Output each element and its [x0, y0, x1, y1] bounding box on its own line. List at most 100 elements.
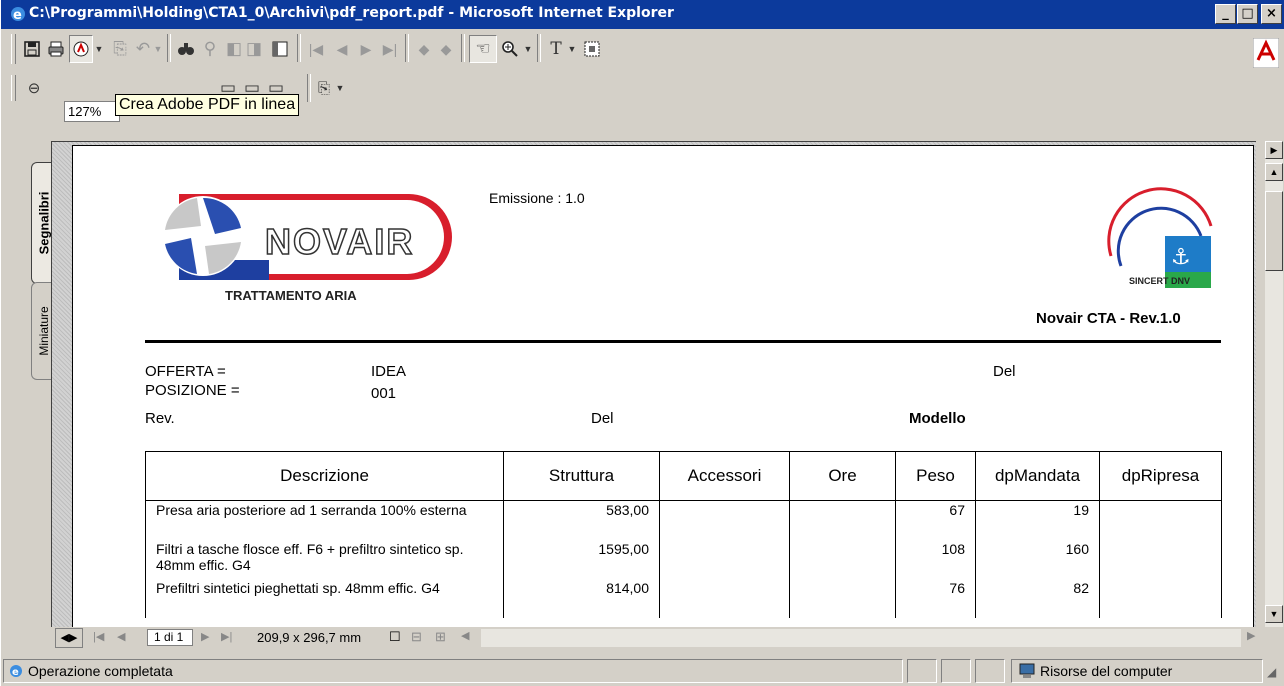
scroll-up-arrow-icon[interactable]: ▲: [1265, 163, 1283, 181]
acrobat-toolbar: ▼ ⎘ ↶ ▼ ⚲ ◧ ◨ |◀ ◀ ▶ ▶| ◆ ◆ ☜ ▼ T ▼: [11, 30, 1283, 70]
undo-icon: ↶: [135, 39, 151, 58]
first-page-icon[interactable]: |◀: [305, 36, 327, 62]
zoom-dropdown-icon[interactable]: ▼: [523, 36, 533, 62]
status-bar: e Operazione completata Risorse del comp…: [1, 655, 1284, 686]
table-header-row: Descrizione Struttura Accessori Ore Peso…: [145, 451, 1222, 501]
zoom-out-icon[interactable]: ⊖: [23, 75, 45, 101]
create-pdf-dropdown-icon[interactable]: ▼: [94, 36, 104, 62]
window-title: C:\Programmi\Holding\CTA1_0\Archivi\pdf_…: [29, 5, 674, 21]
document-viewport[interactable]: NOVAIR TRATTAMENTO ARIA Emissione : 1.0 …: [51, 141, 1256, 628]
cell-description: Presa aria posteriore ad 1 serranda 100%…: [145, 500, 504, 540]
horizontal-scrollbar[interactable]: [481, 629, 1241, 647]
revision-label: Rev.: [145, 410, 175, 427]
ie-logo-icon: e: [11, 7, 25, 23]
cell-description: Filtri a tasche flosce eff. F6 + prefilt…: [145, 540, 504, 579]
hand-tool-icon[interactable]: ☜: [469, 35, 497, 63]
zone-panel: Risorse del computer: [1011, 659, 1263, 683]
first-page-small-icon[interactable]: |◀: [93, 630, 104, 643]
show-hide-panel-icon[interactable]: [269, 36, 291, 62]
cell-dp-return: [1099, 540, 1222, 579]
previous-page-small-icon[interactable]: ◀: [117, 630, 125, 643]
model-label: Modello: [909, 410, 966, 427]
scroll-left-arrow-icon[interactable]: ◀: [461, 629, 469, 642]
last-page-small-icon[interactable]: ▶|: [221, 630, 232, 643]
tab-bookmarks-label: Segnalibri: [36, 191, 51, 255]
toolbar-grip[interactable]: [11, 34, 16, 64]
snapshot-icon[interactable]: [581, 36, 603, 62]
print-icon[interactable]: [45, 36, 67, 62]
offer-label: OFFERTA =: [145, 363, 226, 380]
continuous-icon[interactable]: ⊟: [411, 629, 422, 645]
zoom-tool-icon[interactable]: [499, 36, 521, 62]
table-row: Filtri a tasche flosce eff. F6 + prefilt…: [145, 540, 1222, 579]
vertical-scrollbar[interactable]: ▶ ▲ ▼: [1265, 141, 1283, 627]
facing-icon[interactable]: ⊞: [435, 629, 446, 645]
cell-structure: 583,00: [503, 500, 660, 540]
last-page-icon[interactable]: ▶|: [379, 36, 401, 62]
zoom-input[interactable]: 127%: [64, 101, 120, 122]
column-header: dpMandata: [975, 451, 1100, 501]
cell-dp-supply: 160: [975, 540, 1100, 579]
maximize-button[interactable]: □: [1237, 4, 1258, 24]
next-page-icon[interactable]: ▶: [355, 36, 377, 62]
column-header: Accessori: [659, 451, 790, 501]
column-header: dpRipresa: [1099, 451, 1222, 501]
separator: [405, 34, 409, 62]
pdf-page: NOVAIR TRATTAMENTO ARIA Emissione : 1.0 …: [72, 145, 1254, 628]
single-page-icon[interactable]: ☐: [389, 629, 401, 645]
separator: [461, 34, 465, 62]
column-header: Ore: [789, 451, 896, 501]
column-header: Struttura: [503, 451, 660, 501]
logo-brand-text: NOVAIR: [265, 221, 414, 262]
page-navigation-bar: ◀▶ |◀ ◀ 1 di 1 ▶ ▶| 209,9 x 296,7 mm ☐ ⊟…: [51, 627, 1265, 649]
text-select-icon[interactable]: T: [545, 36, 567, 62]
page-size-label: 209,9 x 296,7 mm: [257, 630, 362, 645]
next-page-small-icon[interactable]: ▶: [201, 630, 209, 643]
issue-label: Emissione : 1.0: [489, 190, 585, 206]
cell-accessories: [659, 579, 790, 618]
resize-grip-icon[interactable]: ◢: [1267, 665, 1276, 679]
search-icon[interactable]: ⚲: [199, 36, 221, 62]
title-bar: e C:\Programmi\Holding\CTA1_0\Archivi\pd…: [1, 0, 1284, 29]
tooltip: Crea Adobe PDF in linea: [115, 94, 300, 116]
previous-view-icon[interactable]: ◧: [223, 36, 245, 62]
page-number-field[interactable]: 1 di 1: [147, 629, 193, 646]
previous-page-icon[interactable]: ◀: [331, 36, 353, 62]
scroll-down-arrow-icon[interactable]: ▼: [1265, 605, 1283, 623]
cell-structure: 814,00: [503, 579, 660, 618]
cell-structure: 1595,00: [503, 540, 660, 579]
scroll-thumb[interactable]: [1265, 191, 1283, 271]
move-icon[interactable]: ◀▶: [55, 628, 83, 648]
svg-text:e: e: [13, 8, 22, 23]
column-header: Peso: [895, 451, 976, 501]
go-forward-icon[interactable]: ◆: [435, 36, 457, 62]
go-back-icon[interactable]: ◆: [413, 36, 435, 62]
scroll-right-arrow-icon[interactable]: ▶: [1247, 629, 1255, 642]
cell-weight: 108: [895, 540, 976, 579]
tab-thumbnails-label: Miniature: [36, 306, 51, 356]
next-view-icon[interactable]: ◨: [243, 36, 265, 62]
save-icon[interactable]: [21, 36, 43, 62]
close-button[interactable]: ×: [1261, 4, 1282, 24]
status-panel: [975, 659, 1005, 683]
cell-accessories: [659, 500, 790, 540]
find-icon[interactable]: [175, 36, 197, 62]
novair-logo: NOVAIR TRATTAMENTO ARIA: [163, 194, 452, 303]
svg-text:e: e: [12, 667, 19, 678]
rotate-view-icon[interactable]: ⎘: [313, 75, 335, 101]
rotate-dropdown-icon[interactable]: ▼: [335, 75, 345, 101]
cell-hours: [789, 579, 896, 618]
minimize-button[interactable]: _: [1215, 4, 1236, 24]
separator: [167, 34, 171, 62]
offer-date-label: Del: [993, 363, 1016, 380]
text-select-dropdown-icon[interactable]: ▼: [567, 36, 577, 62]
adobe-logo-icon[interactable]: [1253, 38, 1279, 68]
create-pdf-icon[interactable]: [69, 35, 93, 63]
toolbar-grip[interactable]: [11, 75, 16, 101]
cell-hours: [789, 500, 896, 540]
cell-hours: [789, 540, 896, 579]
page-up-arrow-icon[interactable]: ▶: [1265, 141, 1283, 159]
iso-certification-seal: ⚓ SINCERT DNV: [1107, 187, 1213, 288]
cell-weight: 67: [895, 500, 976, 540]
navigation-panel: Segnalibri Miniature: [11, 120, 55, 650]
